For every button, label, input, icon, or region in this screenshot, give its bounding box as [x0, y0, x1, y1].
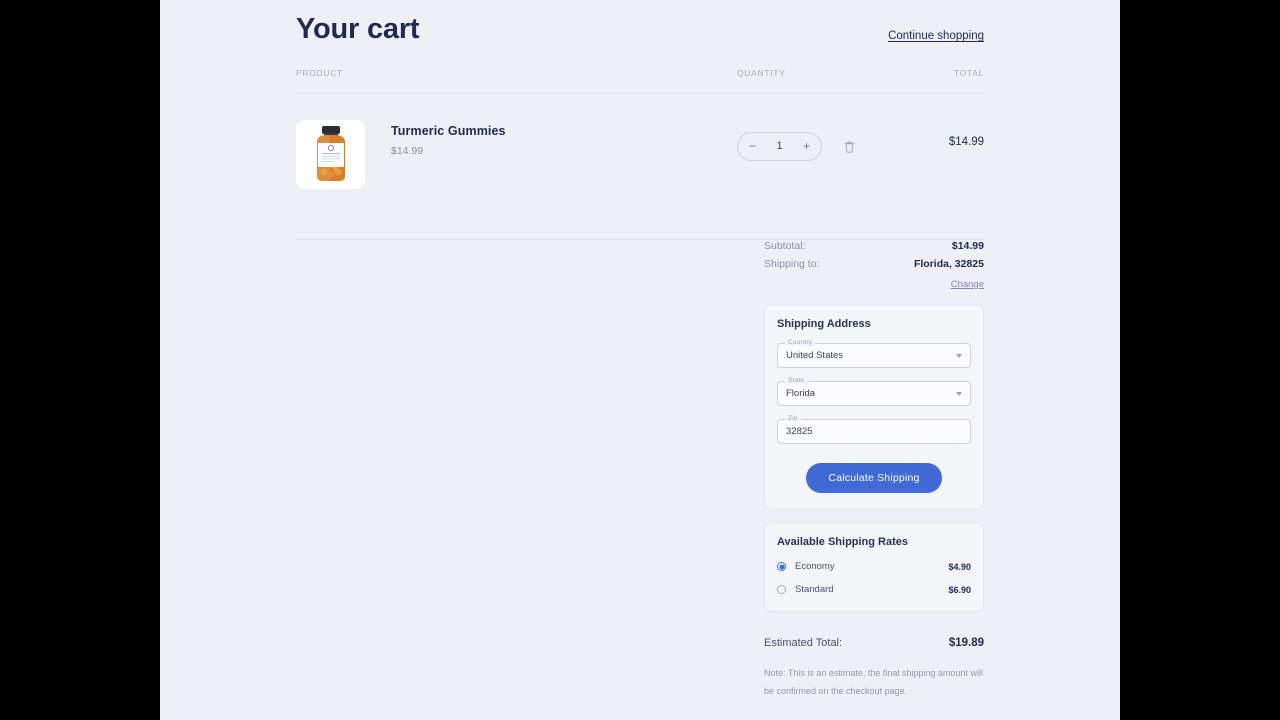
supplement-bottle-image — [316, 126, 345, 182]
shipping-rates-card: Available Shipping Rates Economy $4.90 S… — [764, 522, 984, 612]
calculate-shipping-button[interactable]: Calculate Shipping — [806, 463, 942, 493]
page-title: Your cart — [296, 13, 420, 45]
country-select[interactable]: Country United States — [777, 339, 971, 368]
country-value: United States — [786, 350, 844, 361]
quantity-decrease-button[interactable]: − — [749, 140, 756, 152]
estimated-total-value: $19.89 — [948, 637, 984, 649]
zip-field[interactable]: Zip — [777, 415, 971, 444]
shipping-to-value: Florida, 32825 — [913, 258, 984, 270]
estimated-total-row: Estimated Total: $19.89 — [764, 637, 984, 649]
estimate-note: Note: This is an estimate, the final shi… — [764, 668, 983, 696]
radio-standard[interactable] — [777, 585, 786, 594]
chevron-down-icon — [956, 353, 962, 358]
shipping-address-title: Shipping Address — [777, 318, 871, 330]
zip-label: Zip — [785, 415, 801, 422]
shipping-to-row: Shipping to: Florida, 32825 — [764, 258, 984, 270]
zip-input[interactable] — [786, 426, 962, 437]
quantity-value[interactable]: 1 — [776, 140, 782, 152]
quantity-increase-button[interactable]: + — [803, 140, 810, 152]
page-content: Your cart Continue shopping PRODUCT QUAN… — [160, 0, 1120, 240]
radio-economy[interactable] — [777, 562, 786, 571]
change-address-row: Change — [764, 274, 984, 292]
quantity-stepper[interactable]: − 1 + — [737, 131, 822, 161]
line-item-total: $14.99 — [948, 135, 984, 148]
shipping-rates-title: Available Shipping Rates — [777, 536, 909, 548]
subtotal-label: Subtotal: — [764, 240, 806, 252]
subtotal-row: Subtotal: $14.99 — [764, 240, 984, 252]
rate-name-economy: Economy — [795, 561, 835, 572]
shipping-to-label: Shipping to: — [764, 258, 820, 270]
screen-letterbox: Your cart Continue shopping PRODUCT QUAN… — [0, 0, 1280, 720]
shipping-address-card: Shipping Address Country United States S… — [764, 304, 984, 510]
product-thumbnail[interactable] — [296, 119, 365, 189]
product-info: Turmeric Gummies $14.99 — [391, 120, 506, 157]
cart-table-header: PRODUCT QUANTITY TOTAL — [296, 68, 984, 94]
country-label: Country — [785, 339, 816, 346]
shipping-rate-option-standard[interactable]: Standard $6.90 — [777, 584, 971, 595]
subtotal-value: $14.99 — [951, 240, 984, 252]
cart-header: Your cart Continue shopping — [296, 0, 984, 46]
chevron-down-icon — [956, 391, 962, 396]
cart-page: Your cart Continue shopping PRODUCT QUAN… — [160, 0, 1120, 720]
quantity-controls: − 1 + — [737, 131, 855, 161]
state-label: State — [785, 377, 808, 384]
rate-price-standard: $6.90 — [948, 584, 971, 595]
state-value: Florida — [786, 388, 816, 399]
product-title[interactable]: Turmeric Gummies — [391, 124, 506, 138]
cart-line-item: Turmeric Gummies $14.99 − 1 + $14.99 — [296, 94, 984, 239]
product-unit-price: $14.99 — [391, 144, 424, 157]
column-header-total: TOTAL — [953, 67, 984, 78]
estimated-total-label: Estimated Total: — [764, 637, 843, 649]
state-select[interactable]: State Florida — [777, 377, 971, 406]
rate-price-economy: $4.90 — [948, 561, 971, 572]
column-header-quantity: QUANTITY — [737, 67, 786, 78]
change-address-link[interactable]: Change — [951, 279, 984, 290]
calculate-shipping-row: Calculate Shipping — [777, 463, 971, 493]
order-summary: Subtotal: $14.99 Shipping to: Florida, 3… — [764, 240, 984, 720]
shipping-rate-option-economy[interactable]: Economy $4.90 — [777, 561, 971, 572]
continue-shopping-link[interactable]: Continue shopping — [888, 30, 984, 46]
column-header-product: PRODUCT — [296, 67, 343, 78]
trash-icon[interactable] — [844, 140, 855, 153]
rate-name-standard: Standard — [795, 584, 834, 595]
